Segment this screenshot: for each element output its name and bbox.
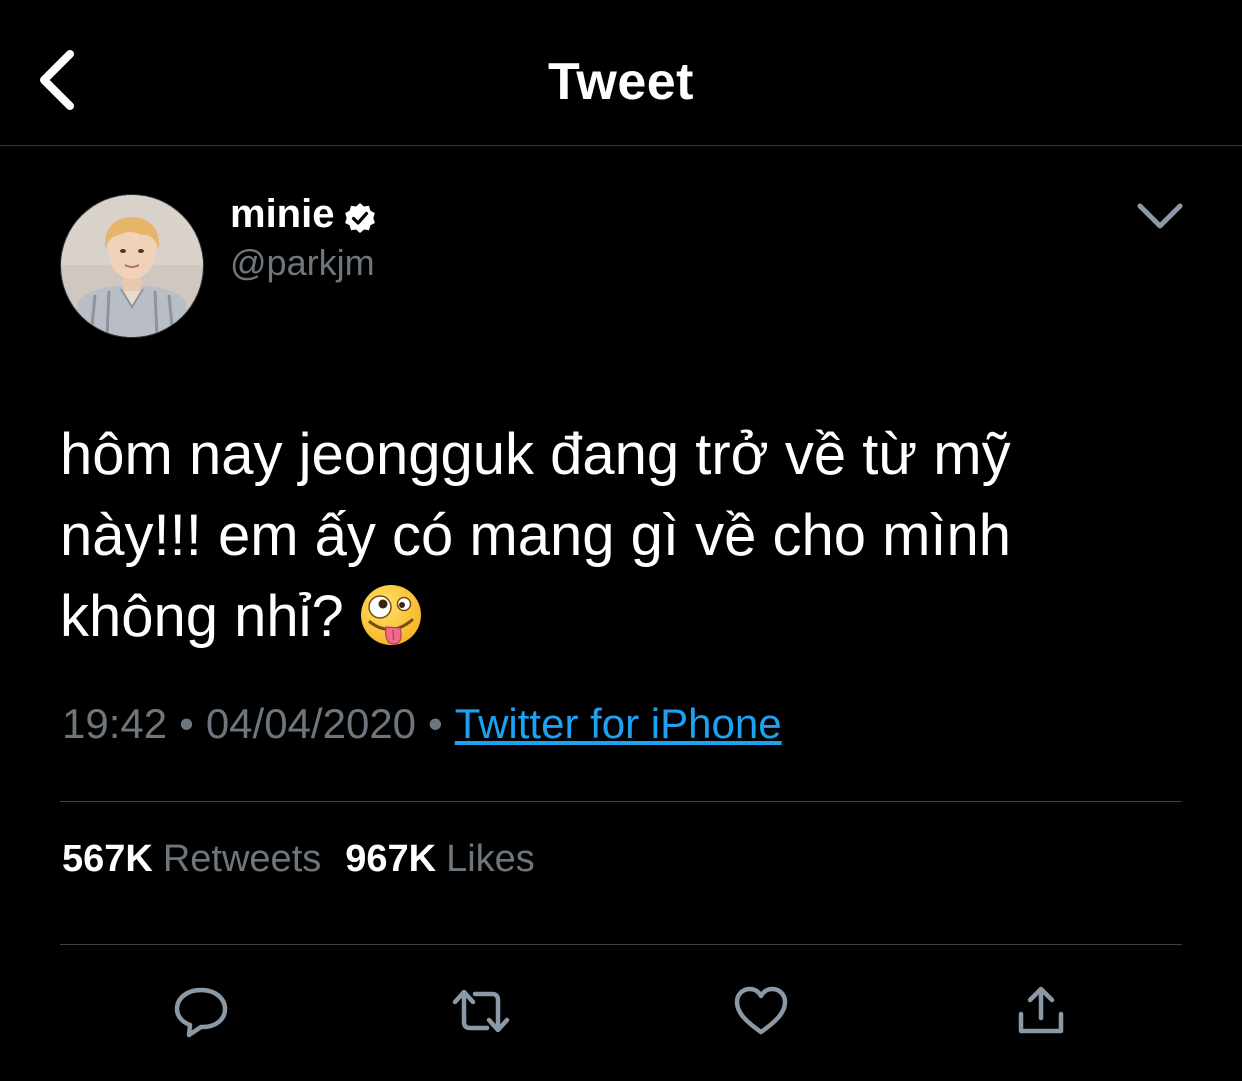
share-icon xyxy=(1018,986,1064,1034)
like-button[interactable] xyxy=(731,984,791,1038)
like-icon xyxy=(734,986,788,1035)
tweet-text-line: không nhỉ? xyxy=(60,584,344,649)
retweet-button[interactable] xyxy=(451,984,511,1038)
zany-face-emoji-icon xyxy=(358,582,424,648)
tweet-time: 19:42 xyxy=(62,700,168,747)
tweet-meta: 19:42 • 04/04/2020 • Twitter for iPhone xyxy=(62,700,782,748)
divider xyxy=(60,801,1182,802)
tweet-stats: 567K Retweets 967K Likes xyxy=(62,838,559,881)
chevron-down-icon xyxy=(1137,203,1183,229)
author-display-name-row[interactable]: minie xyxy=(230,192,376,237)
author-display-name: minie xyxy=(230,192,335,236)
reply-icon xyxy=(174,987,228,1038)
retweet-icon xyxy=(452,989,510,1033)
retweets-label[interactable]: Retweets xyxy=(163,838,321,880)
meta-separator: • xyxy=(428,700,443,747)
retweets-count[interactable]: 567K xyxy=(62,838,153,880)
author-handle[interactable]: @parkjm xyxy=(230,242,375,284)
verified-badge-icon xyxy=(344,199,376,233)
navigation-bar: Tweet xyxy=(0,0,1242,146)
tweet-text-line: này!!! em ấy có mang gì về cho mình xyxy=(60,503,1012,568)
likes-count[interactable]: 967K xyxy=(345,838,436,880)
avatar-photo xyxy=(61,195,203,337)
tweet-source-link[interactable]: Twitter for iPhone xyxy=(455,700,782,747)
page-title: Tweet xyxy=(547,53,694,111)
meta-separator: • xyxy=(179,700,194,747)
tweet-text: hôm nay jeongguk đang trở về từ mỹ này!!… xyxy=(60,414,1200,657)
more-options-button[interactable] xyxy=(1134,196,1186,236)
avatar[interactable] xyxy=(60,194,204,338)
tweet-text-line-last: không nhỉ? xyxy=(60,576,1200,657)
share-button[interactable] xyxy=(1011,984,1071,1038)
tweet-date: 04/04/2020 xyxy=(205,700,417,747)
reply-button[interactable] xyxy=(171,984,231,1038)
divider xyxy=(60,944,1182,945)
likes-label[interactable]: Likes xyxy=(446,838,535,880)
tweet-text-line: hôm nay jeongguk đang trở về từ mỹ xyxy=(60,422,1011,487)
